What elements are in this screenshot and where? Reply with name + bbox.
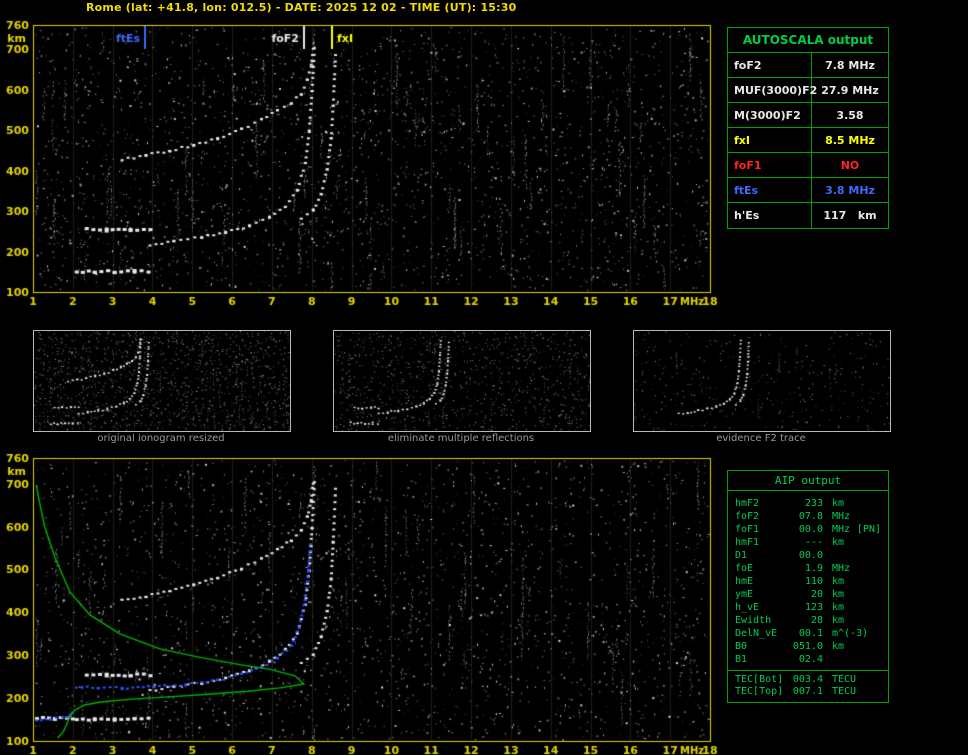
profile-ionogram-plot bbox=[0, 450, 724, 755]
autoscala-row-value: NO bbox=[840, 159, 860, 172]
aip-row-label: foE bbox=[735, 563, 754, 574]
aip-row-label: TEC[Bot] bbox=[735, 673, 784, 685]
autoscala-row-M(3000)F2: M(3000)F2 3.58 bbox=[728, 103, 888, 128]
aip-row-DelN_vE: DelN_vE 00.1 m^(-3) bbox=[728, 627, 888, 640]
aip-row-foF2: foF2 07.8 MHz bbox=[728, 510, 888, 523]
aip-row-ymE: ymE 20 km bbox=[728, 588, 888, 601]
autoscala-row-fxI: fxI 8.5 MHz bbox=[728, 128, 888, 153]
aip-row-unit: MHz bbox=[832, 511, 851, 522]
aip-row-unit: TECU bbox=[832, 686, 857, 697]
aip-row-TEC[Top]: TEC[Top] 007.1 TECU bbox=[728, 685, 888, 698]
aip-row-B1: B1 02.4 bbox=[728, 653, 888, 666]
aip-row-value: 123 bbox=[804, 602, 823, 613]
autoscala-table-title: AUTOSCALA output bbox=[728, 28, 888, 53]
thumbnail-f2-trace bbox=[633, 330, 891, 432]
aip-row-value: 02.4 bbox=[798, 654, 823, 665]
aip-row-value: 003.4 bbox=[792, 673, 823, 685]
aip-row-label: B0 bbox=[735, 641, 748, 652]
autoscala-row-label: h'Es bbox=[728, 203, 812, 228]
aip-row-h_vE: h_vE 123 km bbox=[728, 601, 888, 614]
aip-row-foE: foE 1.9 MHz bbox=[728, 562, 888, 575]
aip-row-label: B1 bbox=[735, 654, 748, 665]
autoscala-row-MUF(3000)F2: MUF(3000)F2 27.9 MHz bbox=[728, 78, 888, 103]
aip-row-B0: B0 051.0 km bbox=[728, 640, 888, 653]
aip-row-label: Ewidth bbox=[735, 615, 772, 626]
autoscala-row-label: foF1 bbox=[728, 153, 812, 177]
aip-row-value: 20 bbox=[810, 589, 823, 600]
thumbnail-no-multiple-reflections bbox=[333, 330, 591, 432]
aip-row-value: 00.0 bbox=[798, 524, 823, 535]
aip-row-label: hmE bbox=[735, 576, 754, 587]
aip-row-unit: km bbox=[832, 615, 845, 626]
aip-row-unit: MHz bbox=[832, 524, 851, 535]
autoscala-row-label: fxI bbox=[728, 128, 812, 152]
aip-row-Ewidth: Ewidth 28 km bbox=[728, 614, 888, 627]
aip-row-label: DelN_vE bbox=[735, 628, 778, 639]
autoscala-row-label: ftEs bbox=[728, 178, 812, 202]
autoscala-row-foF1: foF1 NO bbox=[728, 153, 888, 178]
aip-row-unit: km bbox=[832, 641, 845, 652]
autoscala-row-label: MUF(3000)F2 bbox=[728, 78, 817, 102]
autoscala-row-value: 3.58 bbox=[836, 109, 864, 122]
thumbnail-caption-original: original ionogram resized bbox=[97, 433, 225, 444]
aip-row-D1: D1 00.0 bbox=[728, 549, 888, 562]
aip-table-title: AIP output bbox=[728, 471, 888, 491]
aip-row-value: 007.1 bbox=[792, 686, 823, 697]
aip-output-table: AIP output hmF2 233 km foF2 07.8 MHz foF1 00.0 M… bbox=[727, 470, 889, 703]
aip-row-value: 1.9 bbox=[804, 563, 823, 574]
aip-row-value: 00.0 bbox=[798, 550, 823, 561]
aip-row-label: TEC[Top] bbox=[735, 686, 784, 697]
aip-row-hmE: hmE 110 km bbox=[728, 575, 888, 588]
autoscala-row-ftEs: ftEs 3.8 MHz bbox=[728, 178, 888, 203]
aip-row-value: --- bbox=[804, 537, 823, 548]
aip-row-unit: km bbox=[832, 498, 845, 509]
aip-row-TEC[Bot]: TEC[Bot] 003.4 TECU bbox=[728, 670, 888, 685]
aip-row-label: foF2 bbox=[735, 511, 760, 522]
aip-row-value: 07.8 bbox=[798, 511, 823, 522]
aip-row-label: D1 bbox=[735, 550, 748, 561]
thumbnail-caption-f2-trace: evidence F2 trace bbox=[716, 433, 806, 444]
aip-row-unit: km bbox=[832, 589, 845, 600]
aip-row-unit: TECU bbox=[832, 673, 857, 685]
thumbnail-caption-no-multiples: eliminate multiple reflections bbox=[387, 433, 535, 444]
aip-row-label: hmF2 bbox=[735, 498, 760, 509]
aip-row-unit: km bbox=[832, 576, 845, 587]
autoscala-row-value: 3.8 MHz bbox=[825, 184, 875, 197]
aip-row-hmF2: hmF2 233 km bbox=[728, 497, 888, 510]
autoscala-screen: Rome (lat: +41.8, lon: 012.5) - DATE: 20… bbox=[0, 0, 968, 755]
aip-row-label: ymE bbox=[735, 589, 754, 600]
aip-row-note: [PN] bbox=[856, 524, 881, 535]
station-date-header: Rome (lat: +41.8, lon: 012.5) - DATE: 20… bbox=[86, 1, 517, 14]
autoscala-row-h'Es: h'Es 117 km bbox=[728, 203, 888, 228]
aip-row-unit: km bbox=[832, 537, 845, 548]
autoscala-table-rows: foF2 7.8 MHz MUF(3000)F2 27.9 MHz M(3000)F2 3… bbox=[728, 53, 888, 228]
autoscala-row-foF2: foF2 7.8 MHz bbox=[728, 53, 888, 78]
aip-row-label: foF1 bbox=[735, 524, 760, 535]
aip-row-value: 110 bbox=[804, 576, 823, 587]
aip-row-unit: km bbox=[832, 602, 845, 613]
aip-row-unit: m^(-3) bbox=[832, 628, 869, 639]
autoscala-row-value: 27.9 MHz bbox=[821, 84, 879, 97]
autoscala-row-value: 8.5 MHz bbox=[825, 134, 875, 147]
autoscala-row-value: 117 km bbox=[823, 209, 877, 222]
autoscala-row-label: foF2 bbox=[728, 53, 812, 77]
aip-row-value: 051.0 bbox=[792, 641, 823, 652]
aip-row-unit: MHz bbox=[832, 563, 851, 574]
aip-row-hmF1: hmF1 --- km bbox=[728, 536, 888, 549]
aip-row-value: 00.1 bbox=[798, 628, 823, 639]
aip-row-foF1: foF1 00.0 MHz [PN] bbox=[728, 523, 888, 536]
autoscala-row-value: 7.8 MHz bbox=[825, 59, 875, 72]
aip-row-value: 233 bbox=[804, 498, 823, 509]
autoscala-row-label: M(3000)F2 bbox=[728, 103, 812, 127]
aip-row-label: h_vE bbox=[735, 602, 760, 613]
thumbnail-original-ionogram bbox=[33, 330, 291, 432]
scaled-ionogram-plot bbox=[0, 14, 724, 314]
aip-row-value: 28 bbox=[810, 615, 823, 626]
aip-table-rows: hmF2 233 km foF2 07.8 MHz foF1 00.0 MHz [PN] hmF1 -… bbox=[728, 491, 888, 702]
autoscala-output-table: AUTOSCALA output foF2 7.8 MHz MUF(3000)F2 2… bbox=[727, 27, 889, 229]
aip-row-label: hmF1 bbox=[735, 537, 760, 548]
